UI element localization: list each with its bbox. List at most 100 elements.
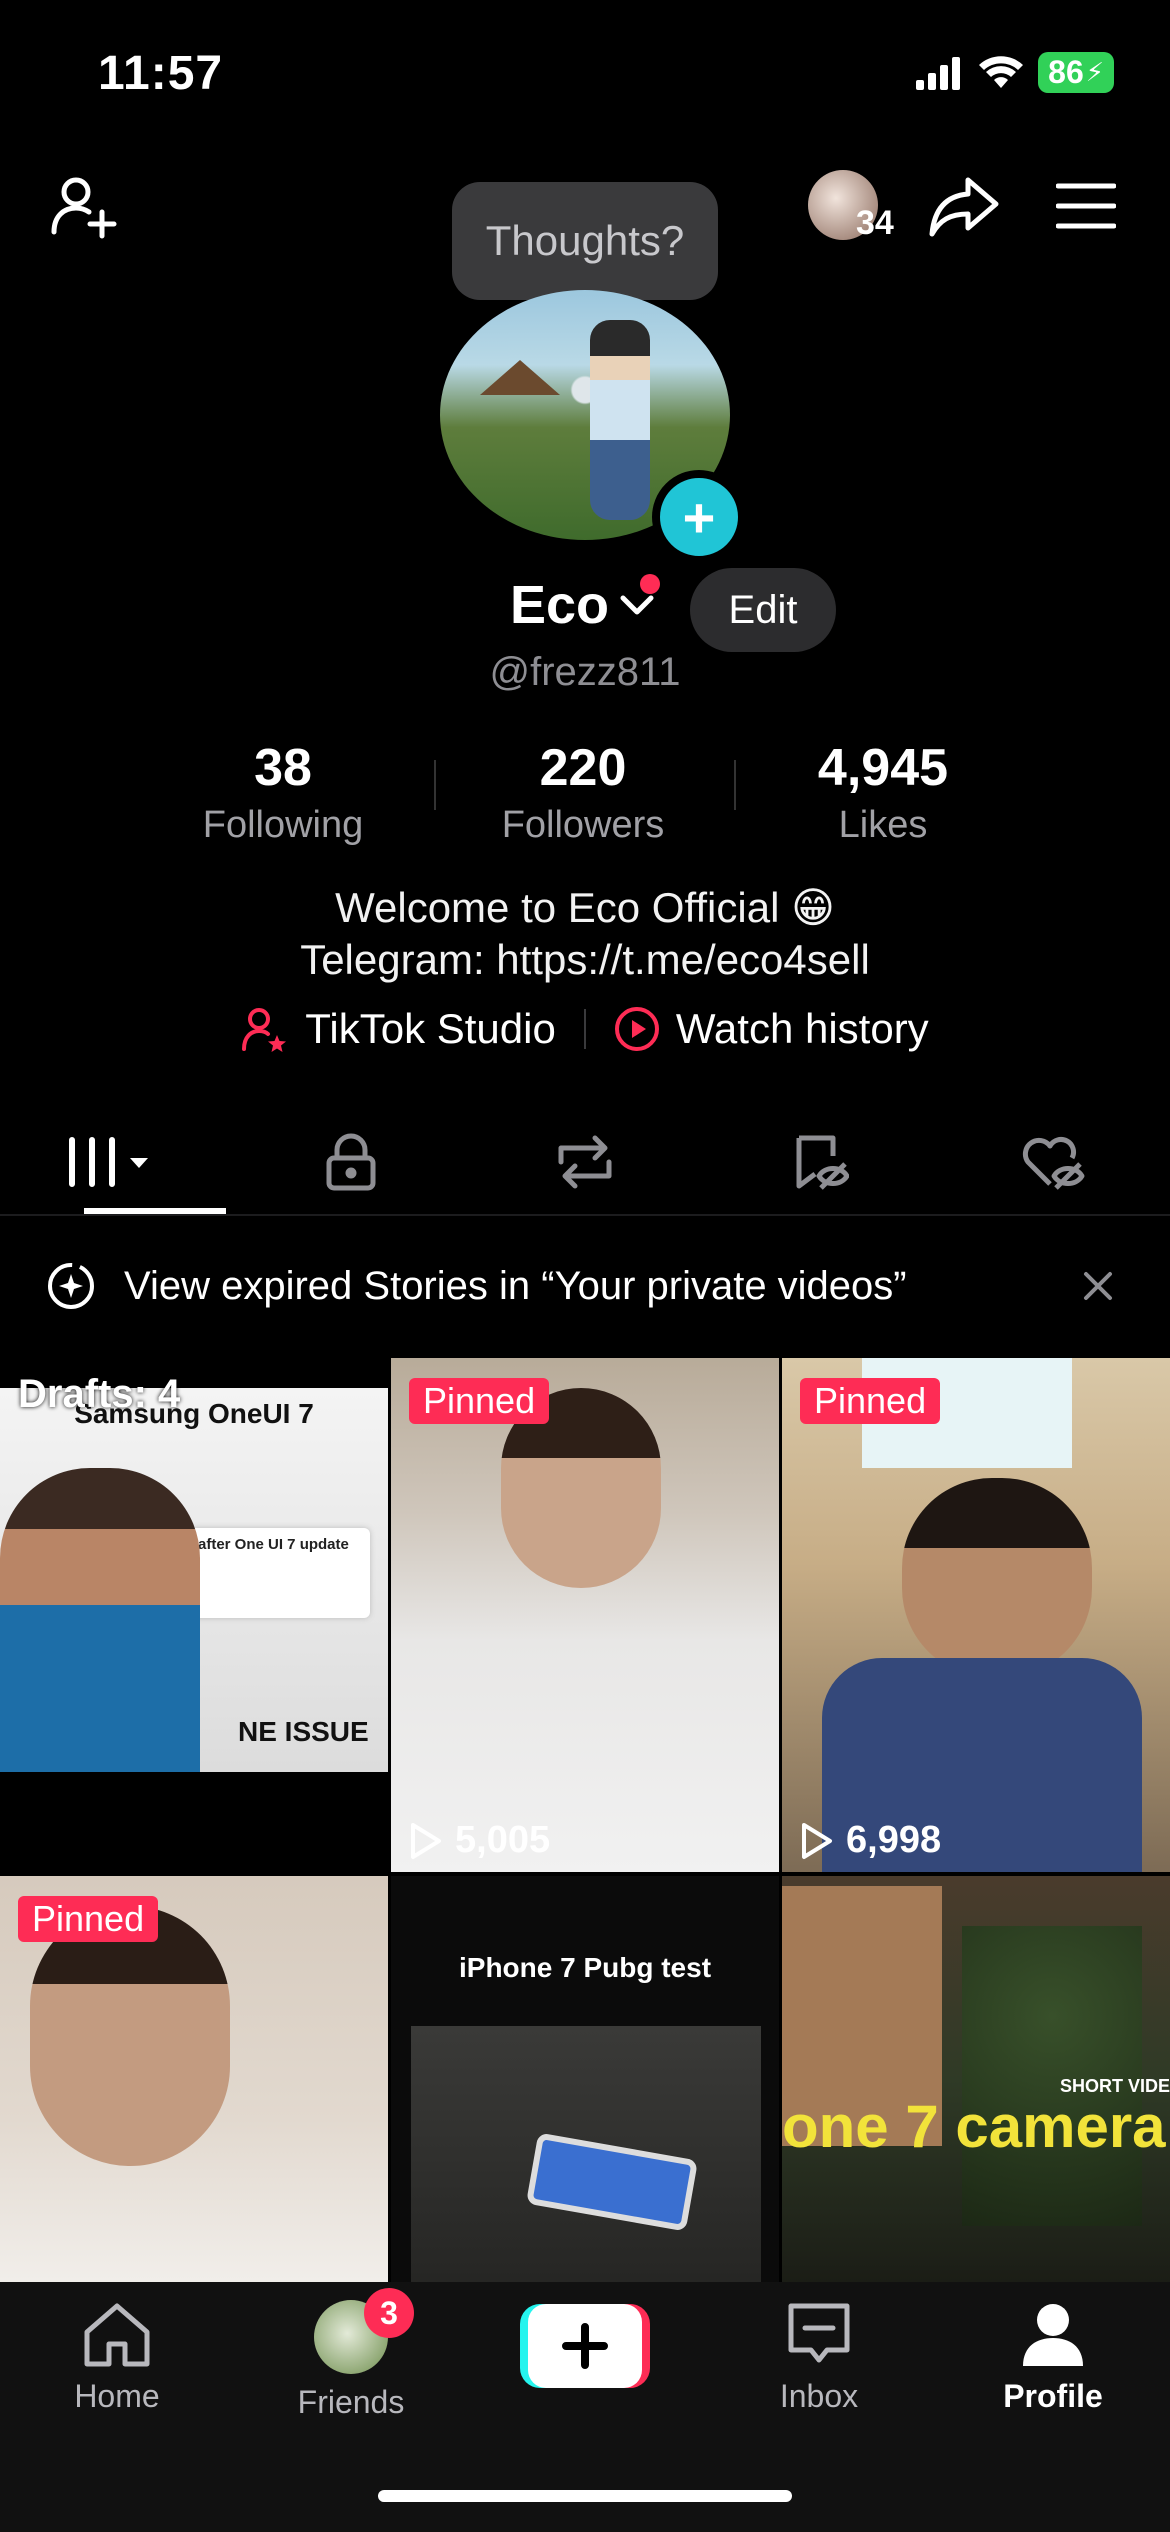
tiktok-studio-label: TikTok Studio bbox=[305, 1005, 556, 1052]
banner-text: View expired Stories in “Your private vi… bbox=[124, 1263, 907, 1308]
nav-home[interactable]: Home bbox=[0, 2282, 234, 2532]
pinned-badge: Pinned bbox=[18, 1896, 159, 1942]
view-count: 6,998 bbox=[800, 1819, 941, 1862]
nav-profile[interactable]: Profile bbox=[936, 2282, 1170, 2532]
close-icon[interactable] bbox=[1082, 1270, 1114, 1302]
profile-name: Eco bbox=[510, 575, 610, 635]
tab-liked[interactable] bbox=[936, 1110, 1170, 1214]
repost-icon bbox=[558, 1135, 612, 1189]
plus-icon bbox=[562, 2323, 608, 2369]
video-tile[interactable]: Pinned 5,005 bbox=[391, 1358, 779, 1872]
add-person-icon bbox=[51, 177, 117, 239]
hamburger-icon bbox=[1056, 183, 1116, 229]
friends-avatars-button[interactable]: 34 bbox=[808, 170, 894, 250]
nav-friends-label: Friends bbox=[297, 2384, 405, 2420]
links-divider bbox=[583, 1009, 586, 1049]
profile-name-row[interactable]: Eco bbox=[510, 574, 657, 636]
likes-count: 4,945 bbox=[817, 739, 949, 797]
play-circle-icon bbox=[614, 1007, 659, 1051]
bio-line-2[interactable]: Telegram: https://t.me/eco4sell bbox=[0, 934, 1170, 986]
nav-home-label: Home bbox=[74, 2378, 160, 2414]
watch-history-label: Watch history bbox=[675, 1005, 929, 1052]
stat-likes[interactable]: 4,945 Likes bbox=[733, 738, 1033, 847]
notification-dot bbox=[640, 574, 660, 594]
charging-icon: ⚡ bbox=[1085, 57, 1104, 87]
play-outline-icon bbox=[802, 1822, 832, 1859]
add-friend-button[interactable] bbox=[44, 166, 124, 246]
edit-profile-button[interactable]: Edit bbox=[690, 568, 836, 652]
phone-shape bbox=[525, 2132, 699, 2232]
followers-label: Followers bbox=[501, 804, 665, 846]
home-indicator[interactable] bbox=[378, 2490, 792, 2502]
view-count-value: 6,998 bbox=[846, 1819, 942, 1861]
grid-icon bbox=[69, 1137, 148, 1187]
profile-handle: @frezz811 bbox=[489, 650, 681, 694]
battery-level: 86 bbox=[1048, 54, 1084, 90]
inbox-icon bbox=[788, 2303, 850, 2363]
tiktok-studio-link[interactable]: TikTok Studio bbox=[241, 1005, 556, 1053]
followers-count: 220 bbox=[539, 739, 627, 797]
video-person bbox=[30, 1906, 230, 2166]
studio-icon bbox=[242, 1008, 287, 1052]
draft-card-text: after One UI 7 update bbox=[198, 1536, 349, 1553]
avatar-bg-hut bbox=[480, 360, 560, 395]
watch-history-link[interactable]: Watch history bbox=[614, 1005, 929, 1053]
video-caption: iPhone 7 Pubg test bbox=[458, 1952, 712, 1983]
view-count-value: 5,005 bbox=[455, 1819, 551, 1861]
wifi-icon bbox=[979, 55, 1024, 88]
tab-favorites[interactable] bbox=[702, 1110, 936, 1214]
video-tile[interactable]: Pinned 6,998 bbox=[782, 1358, 1170, 1872]
video-tile[interactable]: iPhone 7 Pubg test bbox=[391, 1876, 779, 2282]
active-tab-underline bbox=[84, 1208, 226, 1214]
nav-profile-label: Profile bbox=[1003, 2378, 1103, 2414]
video-person bbox=[902, 1478, 1092, 1678]
profile-tabs bbox=[0, 1110, 1170, 1216]
play-outline-icon bbox=[411, 1822, 441, 1859]
likes-label: Likes bbox=[838, 804, 928, 846]
friends-badge: 3 bbox=[364, 2288, 414, 2338]
friends-count: 34 bbox=[856, 204, 894, 242]
draft-thumbnail: Samsung OneUI 7 after One UI 7 update NE… bbox=[0, 1388, 388, 1772]
profile-icon bbox=[1023, 2304, 1083, 2366]
pinned-badge: Pinned bbox=[800, 1378, 941, 1424]
share-icon bbox=[929, 177, 999, 237]
video-caption: one 7 camera t bbox=[782, 2093, 1170, 2160]
battery-indicator: 86 ⚡ bbox=[1038, 52, 1114, 93]
menu-button[interactable] bbox=[1046, 166, 1126, 246]
thoughts-tooltip[interactable]: Thoughts? bbox=[452, 182, 718, 300]
liked-hidden-icon bbox=[1022, 1136, 1085, 1190]
share-profile-button[interactable] bbox=[924, 166, 1004, 246]
lock-icon bbox=[326, 1133, 376, 1191]
expired-stories-banner[interactable]: View expired Stories in “Your private vi… bbox=[0, 1216, 1170, 1356]
video-scene bbox=[411, 2026, 761, 2282]
drafts-count: Drafts: 4 bbox=[18, 1372, 181, 1416]
tab-reposts[interactable] bbox=[468, 1110, 702, 1214]
tab-videos[interactable] bbox=[0, 1110, 234, 1214]
home-icon bbox=[84, 2303, 150, 2367]
video-tile[interactable]: Pinned bbox=[0, 1876, 388, 2282]
status-time: 11:57 bbox=[98, 47, 224, 100]
nav-inbox-label: Inbox bbox=[779, 2378, 859, 2414]
bookmark-hidden-icon bbox=[796, 1135, 849, 1190]
bio-line-1: Welcome to Eco Official 😁 bbox=[335, 884, 835, 931]
view-count: 5,005 bbox=[409, 1819, 550, 1862]
draft-person bbox=[0, 1468, 200, 1772]
stat-followers[interactable]: 220 Followers bbox=[433, 738, 733, 847]
following-label: Following bbox=[202, 804, 364, 846]
status-icons: 86 ⚡ bbox=[916, 52, 1114, 93]
tab-private[interactable] bbox=[234, 1110, 468, 1214]
chevron-down-icon bbox=[620, 595, 654, 615]
pinned-badge: Pinned bbox=[409, 1378, 550, 1424]
create-button bbox=[520, 2304, 650, 2388]
avatar-person bbox=[590, 320, 650, 520]
stories-sparkle-icon bbox=[48, 1263, 94, 1309]
drafts-tile[interactable]: Samsung OneUI 7 after One UI 7 update NE… bbox=[0, 1358, 388, 1872]
signal-icon bbox=[916, 56, 961, 90]
video-tile[interactable]: SHORT VIDE one 7 camera t bbox=[782, 1876, 1170, 2282]
following-count: 38 bbox=[254, 739, 312, 797]
profile-links: TikTok Studio Watch history bbox=[0, 1005, 1170, 1053]
draft-bottom-text: NE ISSUE bbox=[238, 1716, 369, 1747]
stat-following[interactable]: 38 Following bbox=[133, 738, 433, 847]
add-story-button[interactable]: + bbox=[652, 470, 746, 564]
draft-card: after One UI 7 update bbox=[190, 1528, 370, 1618]
